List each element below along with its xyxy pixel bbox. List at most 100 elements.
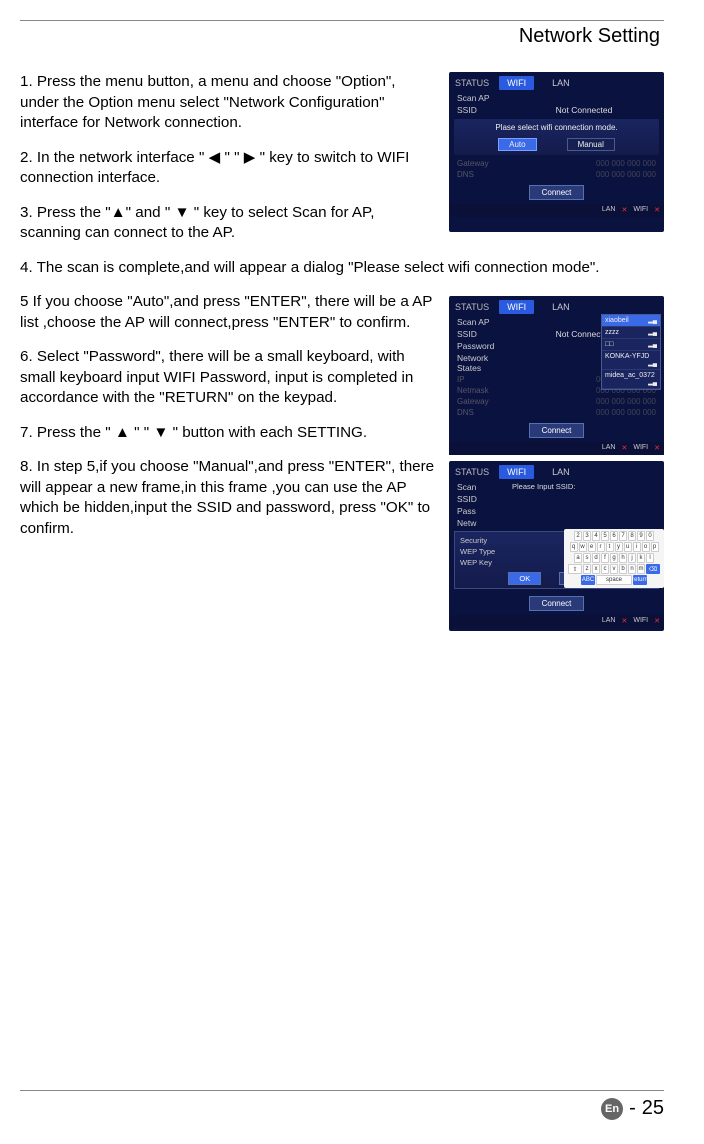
key-5: 5 xyxy=(601,531,609,541)
ip-label: IP xyxy=(457,375,465,384)
wifi-status-3: WIFI xyxy=(633,617,648,625)
key-u: u xyxy=(624,542,632,552)
please-input-label: Please Input SSID: xyxy=(512,482,575,492)
status-label: STATUS xyxy=(455,78,489,88)
wifi-status-2: WIFI xyxy=(633,444,648,452)
key-t: t xyxy=(606,542,614,552)
key-v: v xyxy=(610,564,618,574)
lang-badge: En xyxy=(601,1098,623,1120)
lan-status: LAN xyxy=(602,206,616,214)
tab-wifi-2: WIFI xyxy=(499,300,534,314)
screenshot-1: STATUS WIFI LAN Scan AP SSIDNot Connecte… xyxy=(449,72,664,232)
page-footer: En - 25 xyxy=(20,1090,664,1120)
scan-label: Scan xyxy=(457,482,512,492)
key-m: m xyxy=(637,564,645,574)
key-w: w xyxy=(579,542,587,552)
screenshot-3: STATUS WIFI LAN ScanPlease Input SSID: S… xyxy=(449,461,664,631)
dns-label-2: DNS xyxy=(457,408,474,417)
ap-item-4: KONKA-YFJD▂▄ xyxy=(602,351,660,370)
lan-status-3: LAN xyxy=(602,617,616,625)
key-o: o xyxy=(642,542,650,552)
key-r: r xyxy=(597,542,605,552)
network-states-label: Network States xyxy=(457,353,512,373)
key-8: 8 xyxy=(628,531,636,541)
step-6: 6. Select "Password", there will be a sm… xyxy=(20,347,437,409)
signal-icon: ▂▄ xyxy=(648,317,657,324)
pass-label: Pass xyxy=(457,506,512,516)
status-label-2: STATUS xyxy=(455,302,489,312)
dns-label: DNS xyxy=(457,170,474,179)
key-z: z xyxy=(583,564,591,574)
key-c: c xyxy=(601,564,609,574)
step-7: 7. Press the " ▲ " " ▼ " button with eac… xyxy=(20,423,437,444)
gateway-value: 000 000 000 000 xyxy=(596,159,656,168)
key-0: 0 xyxy=(646,531,654,541)
key-d: d xyxy=(592,553,600,563)
key-j: j xyxy=(628,553,636,563)
key-i: i xyxy=(633,542,641,552)
wifi-x-icon: ✕ xyxy=(654,206,660,214)
step-4: 4. The scan is complete,and will appear … xyxy=(20,258,664,279)
key-b: b xyxy=(619,564,627,574)
tab-lan: LAN xyxy=(544,76,578,90)
security-label: Security xyxy=(460,536,487,545)
step-2: 2. In the network interface " ◀ " " ▶ " … xyxy=(20,148,437,189)
ssid-value: Not Connected xyxy=(512,105,656,115)
wep-type-label: WEP Type xyxy=(460,547,495,556)
key-3: 3 xyxy=(583,531,591,541)
ssid-label-2: SSID xyxy=(457,329,512,339)
key-9: 9 xyxy=(637,531,645,541)
step-3: 3. Press the "▲" and " ▼ " key to select… xyxy=(20,203,437,244)
lan-x-icon-3: ✕ xyxy=(621,617,627,625)
netw-label: Netw xyxy=(457,518,512,528)
space-key: space xyxy=(596,575,632,585)
key-l: l xyxy=(646,553,654,563)
status-label-3: STATUS xyxy=(455,467,489,477)
dns-value: 000 000 000 000 xyxy=(596,170,656,179)
key-7: 7 xyxy=(619,531,627,541)
dialog-strip: Plase select wifi connection mode. Auto … xyxy=(454,119,659,155)
key-4: 4 xyxy=(592,531,600,541)
tab-wifi: WIFI xyxy=(499,76,534,90)
password-label: Password xyxy=(457,341,512,351)
connect-button-3: Connect xyxy=(529,596,585,611)
keyboard-row-2: asdfghjkl xyxy=(566,553,662,563)
ap-item-1: xiaobeil▂▄ xyxy=(602,315,660,327)
wifi-x-icon-3: ✕ xyxy=(654,617,660,625)
dialog-text: Plase select wifi connection mode. xyxy=(460,123,653,132)
gateway-label: Gateway xyxy=(457,159,489,168)
keyboard-row-nums: 234567890 xyxy=(566,531,662,541)
tab-wifi-3: WIFI xyxy=(499,465,534,479)
key-x: x xyxy=(592,564,600,574)
netmask-label: Netmask xyxy=(457,386,489,395)
key-p: p xyxy=(651,542,659,552)
key-g: g xyxy=(610,553,618,563)
scan-ap-label-2: Scan AP xyxy=(457,317,512,327)
key-h: h xyxy=(619,553,627,563)
key-f: f xyxy=(601,553,609,563)
key-2: 2 xyxy=(574,531,582,541)
key-6: 6 xyxy=(610,531,618,541)
ap-item-3: □□▂▄ xyxy=(602,339,660,351)
ap-item-5: midea_ac_0372▂▄ xyxy=(602,370,660,389)
key-e: e xyxy=(588,542,596,552)
step-8: 8. In step 5,if you choose "Manual",and … xyxy=(20,457,437,539)
gateway-label-2: Gateway xyxy=(457,397,489,406)
wep-key-label: WEP Key xyxy=(460,558,492,567)
key-k: k xyxy=(637,553,645,563)
manual-button: Manual xyxy=(567,138,615,151)
key-a: a xyxy=(574,553,582,563)
tab-lan-3: LAN xyxy=(544,465,578,479)
auto-button: Auto xyxy=(498,138,536,151)
step-5: 5 If you choose "Auto",and press "ENTER"… xyxy=(20,292,437,333)
connect-button: Connect xyxy=(529,185,585,200)
page-title: Network Setting xyxy=(20,25,664,48)
key-n: n xyxy=(628,564,636,574)
wifi-x-icon-2: ✕ xyxy=(654,444,660,452)
key-s: s xyxy=(583,553,591,563)
connect-button-2: Connect xyxy=(529,423,585,438)
tab-lan-2: LAN xyxy=(544,300,578,314)
step-1: 1. Press the menu button, a menu and cho… xyxy=(20,72,437,134)
scan-ap-label: Scan AP xyxy=(457,93,512,103)
keyboard-row-3: ⇧zxcvbnm⌫ xyxy=(566,564,662,574)
